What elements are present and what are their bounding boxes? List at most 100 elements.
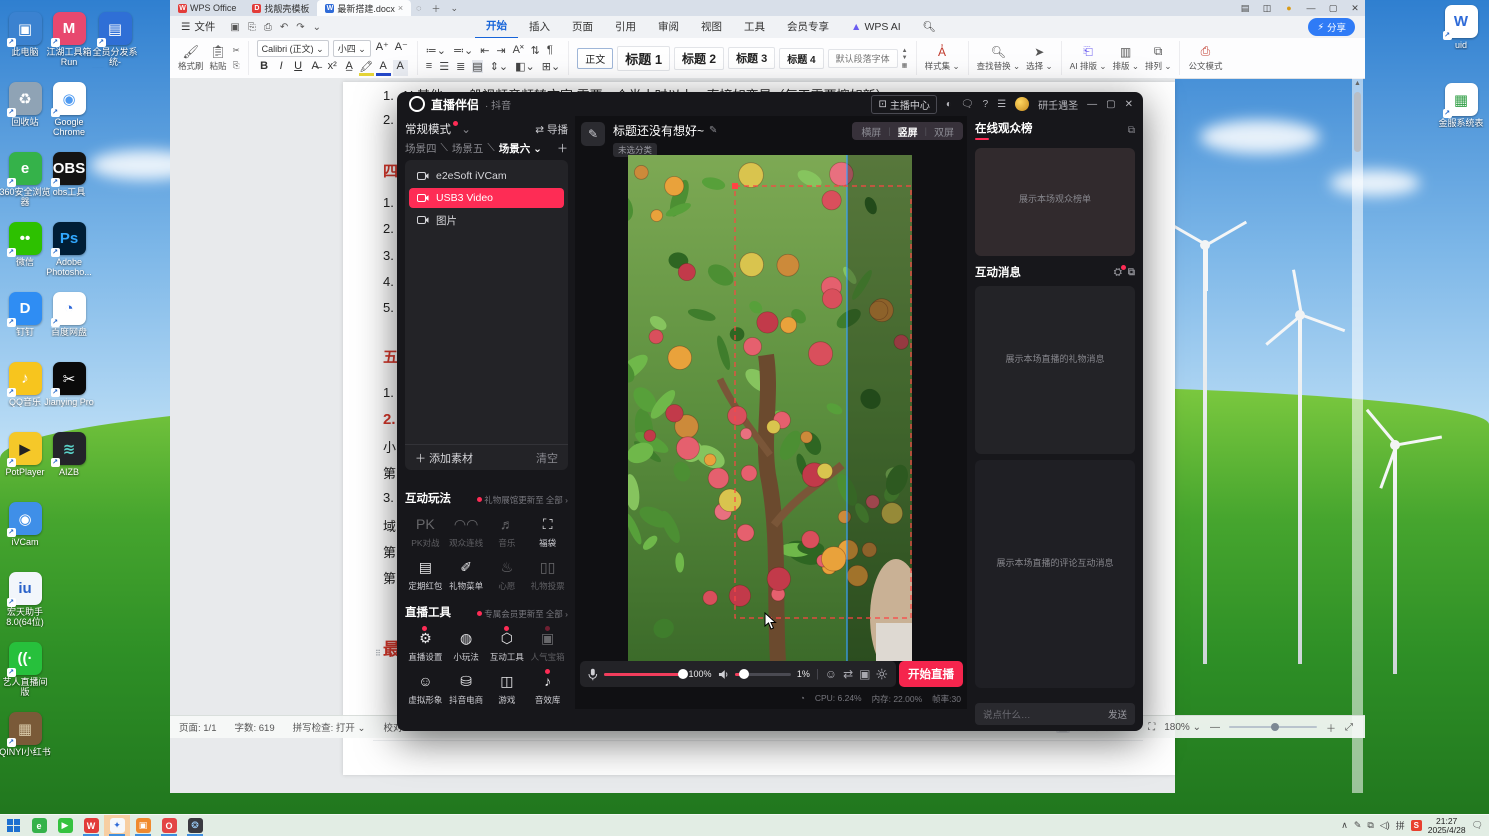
- desktop-icon[interactable]: ▣ ↗ 此电脑: [2, 12, 48, 57]
- file-menu[interactable]: ☰ 文件: [170, 17, 226, 38]
- fit-page-icon[interactable]: ⛶: [1148, 722, 1155, 733]
- align-center-button[interactable]: ☰: [439, 60, 449, 73]
- theme-icon[interactable]: ◐: [946, 99, 952, 110]
- bullet-list-button[interactable]: ≔⌄: [426, 44, 446, 57]
- style-scroll-up-icon[interactable]: ▲: [902, 48, 908, 54]
- minimize-button[interactable]: —: [1301, 1, 1321, 15]
- save-icon[interactable]: ▣: [226, 22, 243, 33]
- desktop-icon[interactable]: W ↗ uid: [1438, 5, 1484, 50]
- undo-icon[interactable]: ↶: [276, 22, 292, 33]
- style-heading2[interactable]: 标题 2: [674, 46, 725, 70]
- speaker-slider-knob[interactable]: [739, 669, 750, 679]
- tab-list-chevron-icon[interactable]: ⌄: [446, 3, 464, 14]
- desktop-icon[interactable]: ≋ ↗ AIZB: [46, 432, 92, 477]
- help-icon[interactable]: ?: [983, 99, 989, 110]
- tab-landscape[interactable]: 横屏: [854, 124, 888, 139]
- style-more-icon[interactable]: ▦: [902, 62, 908, 69]
- char-shading-button[interactable]: A̲: [342, 60, 357, 76]
- taskbar-app[interactable]: ▶: [52, 815, 78, 836]
- wps-doc-tab[interactable]: D 找靓壳模板: [244, 0, 317, 16]
- desktop-icon[interactable]: ▦ ↗ 金服系统表: [1438, 83, 1484, 128]
- desktop-icon[interactable]: OBS ↗ obs工具: [46, 152, 92, 197]
- decrease-indent-button[interactable]: ⇤: [480, 44, 489, 57]
- close-button[interactable]: ✕: [1345, 1, 1365, 15]
- desktop-icon[interactable]: •• ↗ 微信: [2, 222, 48, 267]
- tab-dual[interactable]: 双屏: [927, 124, 961, 139]
- paste-button[interactable]: 📋︎ 粘贴: [210, 44, 227, 72]
- justify-button[interactable]: ▤: [472, 59, 483, 73]
- menu-icon[interactable]: ☰: [997, 99, 1006, 110]
- fullscreen-icon[interactable]: ⤢: [1345, 722, 1353, 733]
- cut-icon[interactable]: ✂: [233, 45, 240, 56]
- zoom-level[interactable]: 180% ⌄: [1164, 722, 1201, 733]
- desktop-icon[interactable]: ▶ ↗ PotPlayer: [2, 432, 48, 477]
- highlight-button[interactable]: 🖍︎: [358, 60, 374, 76]
- mic-slider-knob[interactable]: [677, 669, 688, 679]
- style-default-font[interactable]: 默认段落字体: [827, 48, 898, 68]
- drag-handle-icon[interactable]: ⠿: [375, 650, 383, 664]
- user-avatar-icon[interactable]: ●: [1279, 1, 1299, 15]
- zoom-slider[interactable]: [1229, 723, 1317, 731]
- start-button[interactable]: [0, 815, 26, 836]
- ai-typeset-button[interactable]: ⎗ AI 排版 ⌄: [1070, 44, 1107, 72]
- menu-tools[interactable]: 工具: [733, 17, 776, 38]
- scroll-up-icon[interactable]: ▲: [1352, 78, 1363, 87]
- stream-title[interactable]: 标题还没有想好~ ✎: [613, 122, 717, 139]
- taskbar-app[interactable]: ❂: [182, 815, 208, 836]
- sort-button[interactable]: ⇅: [531, 44, 540, 57]
- align-right-button[interactable]: ≣: [456, 60, 465, 73]
- new-tab-button[interactable]: ＋: [427, 2, 446, 15]
- typeset-button[interactable]: ▥ 排版 ⌄: [1112, 45, 1139, 72]
- tool-item[interactable]: ♪ 音效库: [527, 669, 568, 706]
- tray-ime-icon[interactable]: 拼: [1396, 819, 1405, 832]
- zoom-out-button[interactable]: —: [1210, 722, 1220, 733]
- desktop-icon[interactable]: ◉ ↗ Google Chrome: [46, 82, 92, 137]
- decrease-font-icon[interactable]: A⁻: [394, 40, 409, 57]
- tray-volume-icon[interactable]: ◁): [1380, 820, 1390, 831]
- start-live-button[interactable]: 开始直播: [899, 661, 963, 687]
- desktop-icon[interactable]: iu ↗ 宏天助手8.0(64位): [2, 572, 48, 627]
- tool-item[interactable]: ☺ 虚拟形象: [405, 671, 446, 706]
- send-button[interactable]: 发送: [1108, 707, 1127, 721]
- select-button[interactable]: ➤ 选择 ⌄: [1026, 45, 1053, 72]
- minimize-button[interactable]: —: [1087, 99, 1097, 110]
- arrange-button[interactable]: ⧉ 排列 ⌄: [1145, 44, 1172, 72]
- interact-item[interactable]: ♨ 心愿: [487, 557, 528, 592]
- interact-item[interactable]: ⛶ 福袋: [527, 514, 568, 549]
- speaker-volume-slider[interactable]: [735, 669, 791, 679]
- desktop-icon[interactable]: ▤↗ 全员分发系统-Windows...: [92, 12, 138, 68]
- interact-item[interactable]: ▤ 定期红包: [405, 557, 446, 592]
- style-scroll-down-icon[interactable]: ▼: [902, 55, 908, 61]
- close-button[interactable]: ✕: [1125, 99, 1133, 110]
- border-button[interactable]: ⊞⌄: [542, 60, 560, 73]
- taskbar-app[interactable]: e: [26, 815, 52, 836]
- menu-view[interactable]: 视图: [690, 17, 733, 38]
- wps-home-tab[interactable]: W WPS Office: [170, 0, 244, 16]
- taskbar-app[interactable]: O: [156, 815, 182, 836]
- zoom-slider-knob[interactable]: [1271, 723, 1280, 731]
- desktop-icon[interactable]: ◉ ↗ iVCam: [2, 502, 48, 547]
- font-color-button[interactable]: A: [375, 60, 391, 76]
- popout-icon[interactable]: ⧉: [1128, 125, 1135, 136]
- chevron-down-icon[interactable]: ⌄: [309, 22, 325, 33]
- wps-active-doc-tab[interactable]: W 最新搭建.docx ×: [317, 0, 412, 16]
- sticker-icon[interactable]: ☺: [825, 667, 837, 681]
- tool-item[interactable]: ⛁ 抖音电商: [446, 671, 487, 706]
- anchor-center-button[interactable]: ⊡ 主播中心: [871, 94, 937, 114]
- format-painter-button[interactable]: 🖌︎ 格式刷: [178, 44, 204, 72]
- interact-item[interactable]: ◠◠ 观众连线: [446, 514, 487, 549]
- menu-home[interactable]: 开始: [475, 16, 519, 39]
- spellcheck-status[interactable]: 拼写检查: 打开 ⌄: [284, 720, 375, 734]
- taskbar-app[interactable]: ✦: [104, 815, 130, 836]
- maximize-button[interactable]: ▢: [1106, 99, 1115, 110]
- scrollbar-thumb[interactable]: [1354, 92, 1361, 152]
- tab-portrait[interactable]: 竖屏: [891, 124, 925, 139]
- style-heading3[interactable]: 标题 3: [728, 47, 776, 69]
- feedback-icon[interactable]: 🗨︎: [961, 99, 974, 110]
- mic-volume-slider[interactable]: [603, 669, 688, 679]
- user-avatar[interactable]: [1015, 97, 1030, 111]
- message-settings-gear-icon[interactable]: ⛭: [1114, 264, 1126, 278]
- underline-button[interactable]: U: [291, 60, 306, 76]
- style-heading1[interactable]: 标题 1: [617, 45, 671, 71]
- scene-tab-4[interactable]: 场景四: [405, 141, 437, 156]
